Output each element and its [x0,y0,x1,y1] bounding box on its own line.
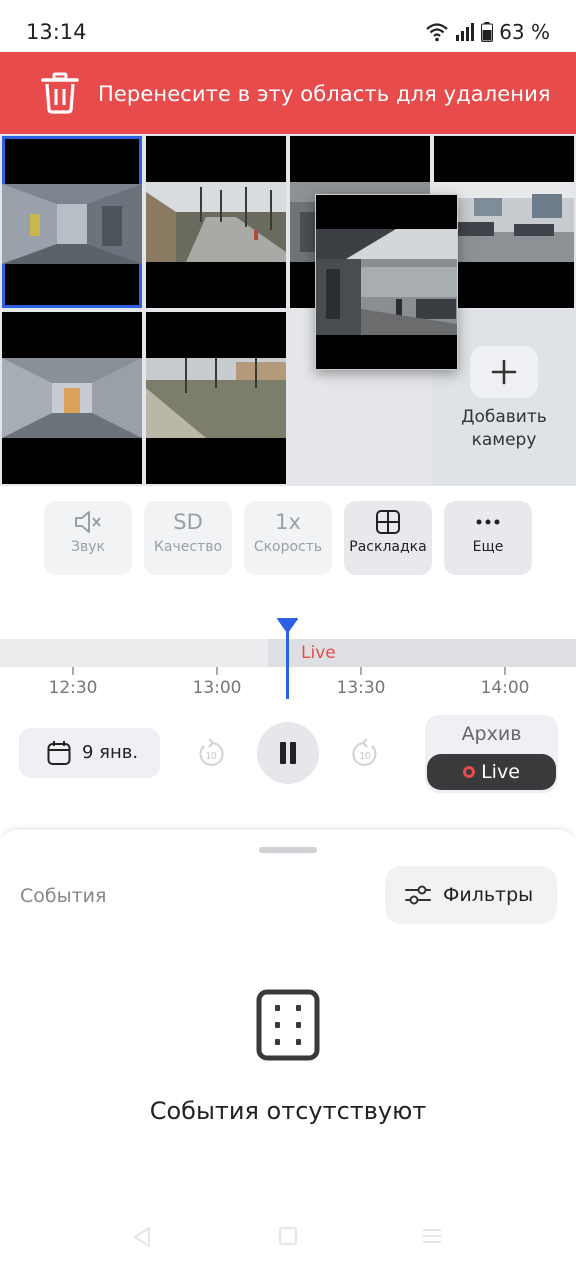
add-camera-label-line1: Добавить [461,407,547,427]
live-mode-button[interactable]: Live [427,754,556,790]
camera-preview-yard [146,358,286,438]
timeline-playhead[interactable] [286,628,289,699]
film-strip-icon [256,989,320,1061]
status-bar: 13:14 63 % [0,0,576,52]
add-camera-label-line2: камеру [471,430,537,450]
sound-label: Звук [71,539,105,555]
layout-button[interactable]: Раскладка [344,501,432,575]
forward-label: 10 [359,751,371,762]
filter-sliders-icon [405,885,431,905]
pause-icon [280,742,296,764]
camera-tile[interactable] [2,136,142,308]
timeline-tick [504,667,506,675]
events-title: События [20,885,107,907]
system-nav-bar [0,1218,576,1258]
timeline-live-label: Live [301,643,336,663]
layout-label: Раскладка [349,539,427,555]
layout-grid-icon [376,510,400,534]
signal-icon [456,23,475,41]
add-camera-button[interactable] [470,346,538,398]
speed-button[interactable]: 1x Скорость [244,501,332,575]
mute-icon [75,511,101,533]
player-controls: Звук SD Качество 1x Скорость Раскладка Е… [44,501,534,575]
wifi-icon [426,23,448,42]
timeline-tick [216,667,218,675]
add-camera-label: Добавить камеру [432,406,576,452]
quality-button[interactable]: SD Качество [144,501,232,575]
timeline-tick-label: 13:30 [336,678,386,698]
calendar-icon [47,741,71,765]
trash-icon [41,72,79,114]
filters-button[interactable]: Фильтры [385,866,557,924]
recents-icon[interactable] [422,1226,442,1246]
sheet-drag-handle[interactable] [259,847,317,853]
delete-banner-text: Перенесите в эту область для удаления [98,82,551,106]
camera-tile[interactable] [146,136,286,308]
speed-value: 1x [275,510,301,534]
mode-switch: Архив Live [425,715,558,793]
date-picker-button[interactable]: 9 янв. [19,728,160,778]
timeline-tick-label: 12:30 [48,678,98,698]
camera-tile[interactable] [2,312,142,484]
events-sheet: События Фильтры События отсутствуют [0,828,576,1280]
live-dot-icon [463,766,476,778]
battery-icon [481,22,494,42]
quality-value: SD [173,510,203,534]
quality-label: Качество [153,539,223,555]
timeline-tick-label: 13:00 [192,678,242,698]
camera-preview-entrance [316,229,457,335]
dragged-camera-tile[interactable] [315,194,458,370]
archive-mode-button[interactable]: Архив [425,723,558,745]
status-icons: 63 % [425,20,550,44]
filters-label: Фильтры [443,884,534,906]
back-icon[interactable] [132,1226,152,1248]
more-label: Еще [472,539,504,555]
timeline-tick [72,667,74,675]
camera-preview-street [146,182,286,262]
camera-tile[interactable] [146,312,286,484]
rewind-label: 10 [205,751,217,762]
forward-10-icon[interactable]: 10 [350,737,380,769]
home-icon[interactable] [278,1226,298,1246]
more-button[interactable]: Еще [444,501,532,575]
more-dots-icon [476,519,500,525]
date-label: 9 янв. [82,742,139,763]
timeline-tick-label: 14:00 [480,678,530,698]
camera-preview-corridor [2,184,142,264]
plus-icon [491,359,517,385]
battery-percent: 63 % [499,20,550,44]
sound-button[interactable]: Звук [44,501,132,575]
pause-button[interactable] [257,722,319,784]
speed-label: Скорость [253,539,323,555]
live-mode-label: Live [481,761,520,783]
rewind-10-icon[interactable]: 10 [196,737,226,769]
delete-drop-zone[interactable]: Перенесите в эту область для удаления [0,52,576,134]
camera-preview-hallway [2,358,142,438]
camera-grid: Добавить камеру [0,134,576,486]
status-time: 13:14 [26,20,87,44]
events-empty-text: События отсутствуют [149,1097,427,1125]
timeline-tick [360,667,362,675]
playhead-marker-icon[interactable] [276,618,299,634]
